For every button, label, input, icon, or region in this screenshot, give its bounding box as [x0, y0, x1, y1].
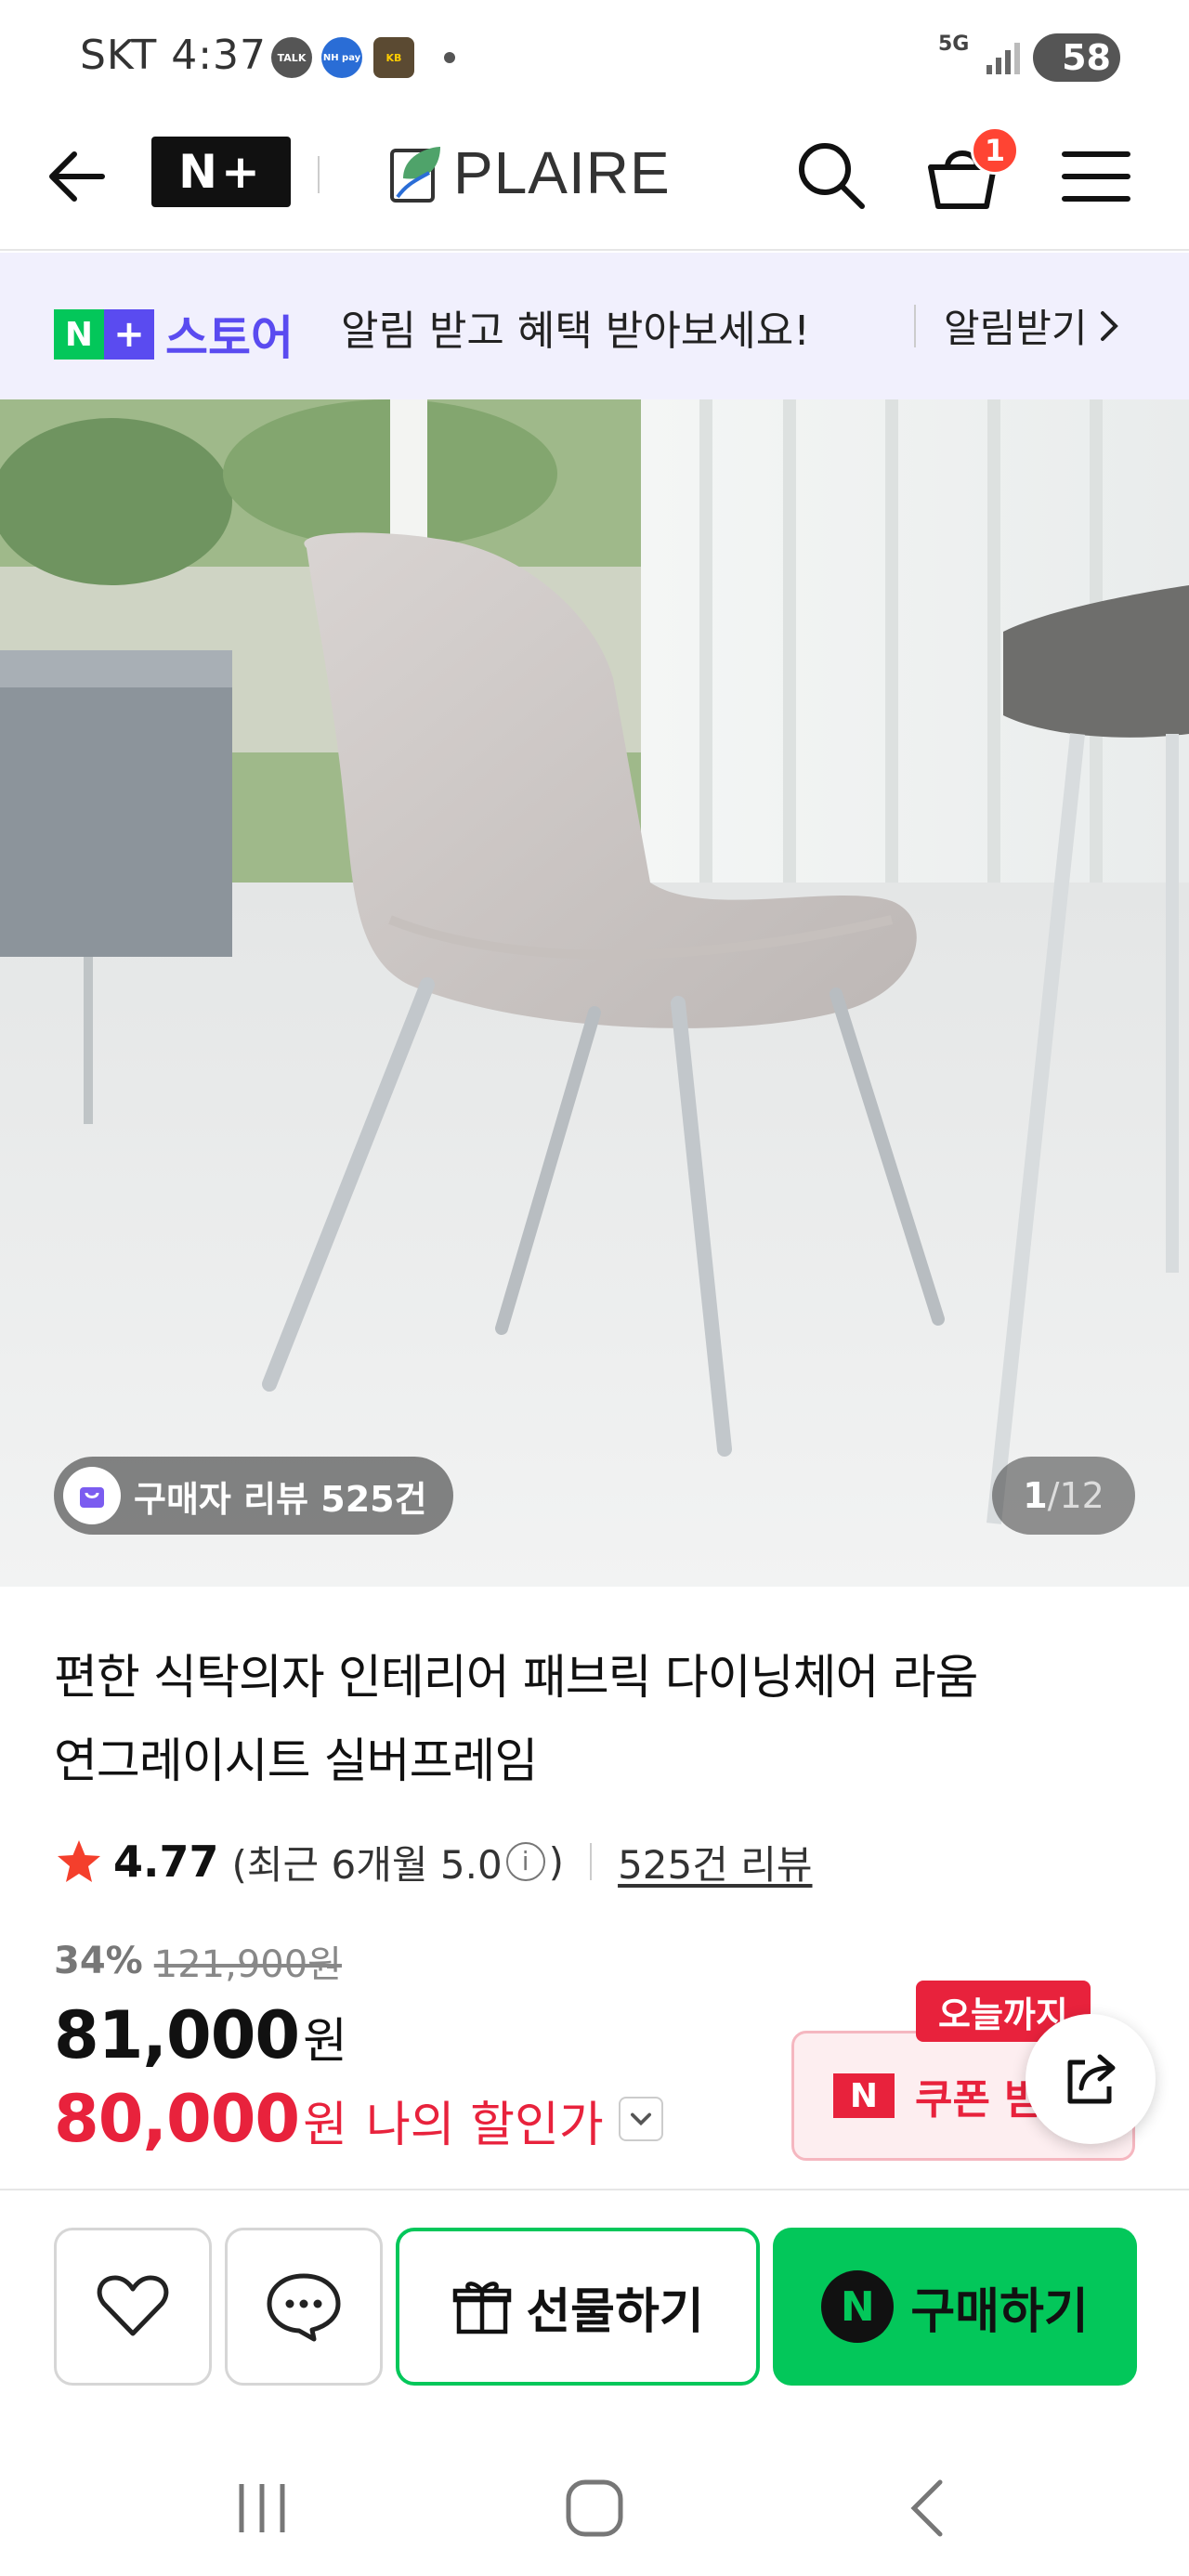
notification-subscribe-label: 알림받기: [944, 306, 1088, 351]
top-nav: N+ PLAIRE 1: [0, 121, 1189, 251]
my-price-value: 80,000: [54, 2081, 300, 2157]
store-name: 스토어: [165, 311, 294, 365]
brand-logo[interactable]: PLAIRE: [388, 136, 671, 210]
naver-plus-store-logo: N + 스토어: [54, 301, 294, 368]
star-icon: [58, 1840, 100, 1882]
rating-row: 4.77 (최근 6개월 5.0 i ) 525건 리뷰: [54, 1834, 813, 1890]
gift-icon: [453, 2282, 512, 2334]
share-button[interactable]: [1026, 2014, 1156, 2144]
status-bar: SKT 4:37 TALK NH pay KB 5G 58: [0, 0, 1189, 116]
rating-score: 4.77: [113, 1837, 219, 1887]
coupon-n-icon: N: [833, 2073, 895, 2118]
signal-icon: [986, 43, 1020, 74]
battery-indicator: 58: [1033, 33, 1120, 82]
image-counter-total: 12: [1059, 1475, 1104, 1516]
sale-price: 81,000 원: [54, 1997, 347, 2073]
buy-button[interactable]: N 구매하기: [773, 2228, 1137, 2386]
system-back-icon[interactable]: [892, 2471, 966, 2545]
buyer-review-count: 구매자 리뷰 525건: [134, 1478, 427, 1520]
search-icon[interactable]: [791, 136, 869, 214]
naver-pay-n-icon: N: [821, 2270, 895, 2343]
carrier-time: SKT 4:37: [80, 32, 268, 79]
review-bag-icon: [63, 1467, 121, 1524]
nav-divider: [318, 156, 320, 193]
brand-name: PLAIRE: [453, 139, 671, 206]
recent-apps-icon[interactable]: [225, 2471, 299, 2545]
sale-price-unit: 원: [303, 2014, 347, 2070]
store-n-mark: N: [54, 309, 104, 360]
more-notifications-dot: [444, 52, 455, 63]
talk-inquiry-button[interactable]: [225, 2228, 383, 2386]
sale-price-value: 81,000: [54, 1997, 300, 2073]
chevron-down-icon[interactable]: [618, 2097, 663, 2141]
product-title-line-1: 편한 식탁의자 인테리어 패브릭 다이닝체어 라움: [54, 1651, 978, 1706]
image-counter-current: 1: [1023, 1475, 1048, 1516]
product-photo: [0, 399, 1189, 1587]
gift-label: 선물하기: [526, 2283, 704, 2340]
my-price-label: 나의 할인가: [365, 2098, 604, 2153]
back-arrow-icon[interactable]: [43, 139, 117, 214]
heart-icon: [97, 2275, 169, 2336]
home-icon[interactable]: [557, 2471, 632, 2545]
cart-count-badge: 1: [971, 126, 1019, 175]
my-discount-price[interactable]: 80,000 원 나의 할인가: [54, 2081, 663, 2157]
discount-row: 34% 121,900원: [54, 1934, 342, 1988]
chevron-right-icon: [1100, 310, 1118, 341]
bottom-action-bar: 선물하기 N 구매하기: [0, 2189, 1189, 2386]
wishlist-button[interactable]: [54, 2228, 212, 2386]
discount-rate: 34%: [54, 1940, 143, 1982]
store-plus-mark: +: [104, 309, 154, 360]
product-title: 편한 식탁의자 인테리어 패브릭 다이닝체어 라움 연그레이시트 실버프레임: [54, 1637, 1141, 1804]
store-banner-message: 알림 받고 혜택 받아보세요!: [341, 307, 810, 355]
store-banner-divider: [914, 305, 916, 347]
notification-subscribe-button[interactable]: 알림받기: [944, 297, 1123, 354]
review-count-link[interactable]: 525건 리뷰: [618, 1834, 812, 1890]
network-5g-icon: 5G: [938, 33, 970, 56]
gift-button[interactable]: 선물하기: [396, 2228, 760, 2386]
store-notification-banner: N + 스토어 알림 받고 혜택 받아보세요! 알림받기: [0, 253, 1189, 399]
recent-rating-prefix: (최근 6개월 5.0: [231, 1841, 503, 1888]
nplus-logo[interactable]: N+: [151, 137, 291, 207]
product-title-line-2: 연그레이시트 실버프레임: [54, 1734, 538, 1789]
rating-divider: [590, 1843, 593, 1880]
plaire-leaf-icon: [390, 147, 440, 203]
menu-icon[interactable]: [1061, 143, 1131, 210]
buyer-review-badge[interactable]: 구매자 리뷰 525건: [54, 1457, 453, 1535]
chat-bubble-icon: [267, 2273, 341, 2342]
system-navigation-bar: [0, 2434, 1189, 2576]
image-counter: 1 / 12: [992, 1457, 1135, 1535]
image-counter-separator: /: [1047, 1475, 1060, 1516]
kb-notification-icon: KB: [373, 37, 414, 78]
product-image-gallery[interactable]: [0, 399, 1189, 1587]
recent-rating-suffix: ): [548, 1838, 565, 1885]
nhpay-notification-icon: NH pay: [321, 37, 362, 78]
original-price: 121,900원: [153, 1943, 342, 1986]
my-price-unit: 원: [303, 2098, 347, 2153]
share-icon: [1067, 2054, 1116, 2104]
buy-label: 구매하기: [910, 2283, 1089, 2340]
info-icon[interactable]: i: [505, 1842, 545, 1881]
talk-notification-icon: TALK: [271, 37, 312, 78]
